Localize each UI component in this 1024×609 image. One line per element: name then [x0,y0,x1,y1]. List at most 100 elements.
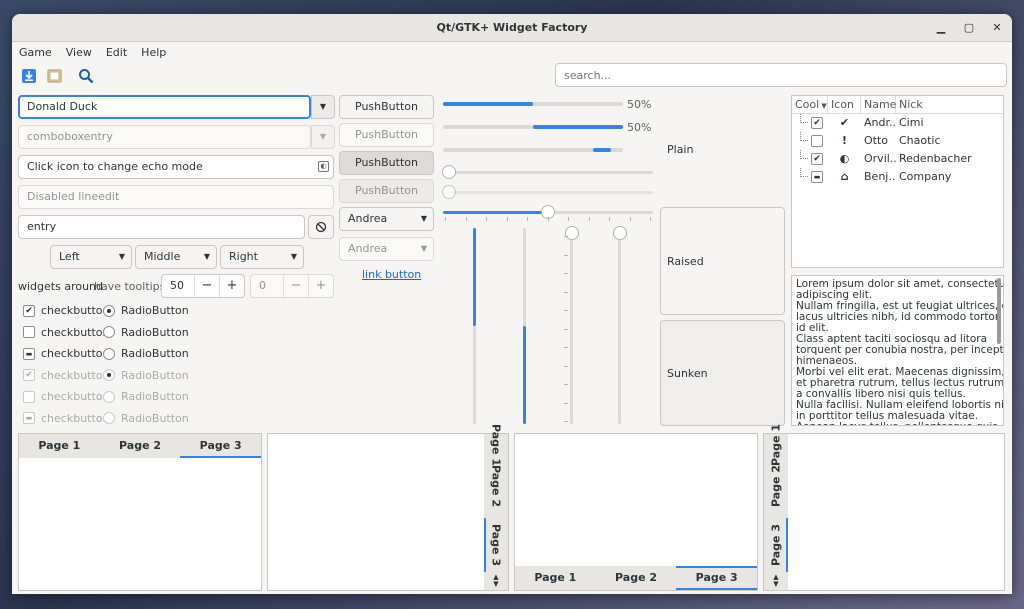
slider-tick [445,217,446,221]
tree-row[interactable]: ▬ ⌂ Benj... Company [792,168,951,186]
text-view[interactable]: Lorem ipsum dolor sit amet, consectetur a… [791,275,1004,426]
checkbutton-label: checkbutton [41,304,110,317]
tab-page-2[interactable]: Page 2 [596,566,677,590]
search-icon[interactable] [78,68,94,84]
tab-scroll-arrows[interactable]: ▲ ▼ [484,574,508,588]
vscale-4-handle[interactable] [613,226,627,240]
mixed-state-icon[interactable]: ▬ [811,171,823,183]
vscale-tick [564,291,568,293]
radio-empty-icon[interactable] [103,326,115,338]
column-cool[interactable]: Cool ▼ [792,96,828,113]
half-circle-icon: ◐ [839,152,850,165]
entry-field[interactable]: entry [18,215,305,239]
combobox-field[interactable]: Donald Duck [18,95,311,119]
checkbutton[interactable]: ✔ checkbutton [23,304,110,317]
align-right-dropdown[interactable]: Right ▼ [220,245,304,269]
tab-page-1[interactable]: Page 1 [764,424,788,466]
push-button-1[interactable]: PushButton [339,95,434,119]
spin-button[interactable]: 50 − + [161,274,245,298]
tab-page-3[interactable]: Page 3 [484,518,508,572]
checkmark-icon[interactable]: ✔ [23,304,35,317]
progress-bar-1-fill [443,102,533,106]
slider-handle-1[interactable] [442,165,456,179]
echo-mode-field[interactable]: Click icon to change echo mode [18,155,334,179]
vscale-3-handle[interactable] [565,226,579,240]
tree-row[interactable]: ✔ ✔ Andr... Cimi [792,114,924,132]
checkmark-icon[interactable]: ✔ [811,153,823,165]
name-dropdown[interactable]: Andrea ▼ [339,207,434,231]
checkbox-empty-icon[interactable] [811,135,823,147]
tab-page-2[interactable]: Page 2 [764,456,788,516]
folder-icon[interactable] [47,68,63,84]
tree-row[interactable]: ✔ ◐ Orvil...Redenbacher [792,150,972,168]
tree-cool-cell: ✔ [792,114,828,132]
tab-page-1[interactable]: Page 1 [19,434,100,458]
chevron-down-icon: ▼ [290,252,297,261]
progress-bar-2-fill [533,125,623,129]
minimize-icon[interactable]: ▁ [934,21,948,35]
slider-tick [486,217,487,221]
text-view-content[interactable]: Lorem ipsum dolor sit amet, consectetur a… [796,279,1003,426]
tree-cool-cell: ✔ [792,150,828,168]
comboboxentry-dropdown-button[interactable]: ▼ [311,125,335,149]
vscale-tick [564,384,568,385]
progress-2-label: 50% [627,121,652,134]
tabbar-bottom: Page 1 Page 2 Page 3 [515,566,758,590]
tree-row[interactable]: ! Otto Chaotic [792,132,941,150]
column-icon[interactable]: Icon [828,96,861,113]
align-right-label: Right [229,250,258,263]
search-input[interactable] [555,63,1007,87]
spin-value[interactable]: 50 [162,275,194,297]
checkbutton[interactable]: ▬ checkbutton [23,347,110,360]
checkbox-empty-icon[interactable] [23,326,35,338]
tree-view[interactable]: Cool ▼ Icon Name Nick ✔ ✔ Andr... Cimi! Otto… [791,95,1004,268]
tab-page-1[interactable]: Page 1 [484,424,508,466]
checkmark-icon[interactable]: ✔ [811,117,823,129]
column-name[interactable]: Name [861,96,896,113]
radiobutton[interactable]: RadioButton [103,304,189,317]
close-icon[interactable]: ✕ [990,21,1004,35]
slider-track-1[interactable] [443,171,653,174]
radio-selected-icon[interactable] [103,304,115,317]
align-left-dropdown[interactable]: Left ▼ [50,245,132,269]
slider-fill-3 [443,211,547,214]
tab-page-3[interactable]: Page 3 [676,566,758,590]
menu-edit[interactable]: Edit [99,43,134,63]
link-button[interactable]: link button [362,268,421,281]
window-controls: ▁ ▢ ✕ [934,14,1004,42]
vscale-4[interactable] [618,234,621,424]
tab-page-2-label: Page 2 [489,464,503,508]
radiobutton[interactable]: RadioButton [103,326,189,339]
plus-icon: + [308,275,333,297]
mixed-state-icon[interactable]: ▬ [23,347,35,360]
download-icon[interactable] [21,68,37,84]
scrollbar[interactable] [997,278,1001,344]
vscale-3[interactable] [570,234,573,424]
tab-page-3[interactable]: Page 3 [180,434,261,458]
checkbutton[interactable]: checkbutton [23,326,110,339]
echo-mode-icon[interactable]: ◐ [318,161,329,172]
column-nick[interactable]: Nick [896,96,1003,113]
tab-page-2[interactable]: Page 2 [100,434,181,458]
radiobutton[interactable]: RadioButton [103,347,189,360]
tab-page-3[interactable]: Page 3 [764,518,788,572]
align-middle-dropdown[interactable]: Middle ▼ [135,245,217,269]
combobox-dropdown-button[interactable]: ▼ [311,95,335,119]
tab-page-1[interactable]: Page 1 [515,566,596,590]
menu-help[interactable]: Help [134,43,173,63]
tab-scroll-arrows[interactable]: ▲ ▼ [764,574,788,588]
push-button-3[interactable]: PushButton [339,151,434,175]
progress-1-label: 50% [627,98,652,111]
clear-entry-button[interactable] [308,215,334,239]
vscale-tick [564,236,568,237]
comboboxentry-field[interactable]: comboboxentry [18,125,311,149]
radio-empty-icon[interactable] [103,347,115,360]
plus-icon[interactable]: + [219,275,244,297]
notebook-bottom: Page 1 Page 2 Page 3 [514,433,758,591]
menu-game[interactable]: Game [12,43,59,63]
minus-icon[interactable]: − [194,275,219,297]
maximize-icon[interactable]: ▢ [962,21,976,35]
menu-view[interactable]: View [59,43,99,63]
push-button-2: PushButton [339,123,434,147]
tab-page-2[interactable]: Page 2 [484,456,508,516]
